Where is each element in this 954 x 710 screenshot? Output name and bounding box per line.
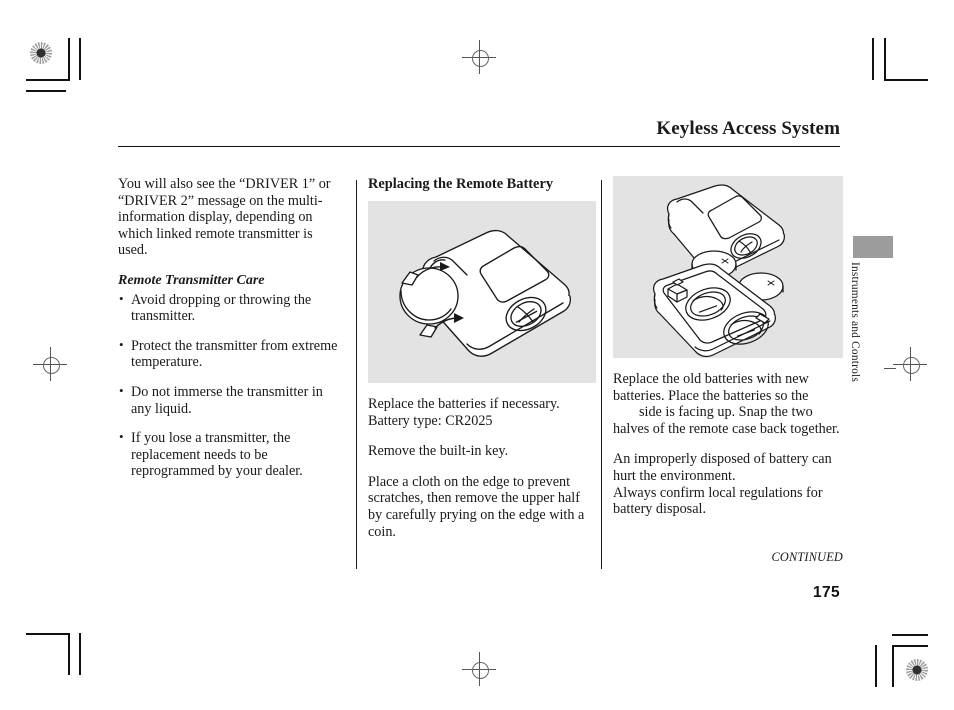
column-divider-1: [356, 180, 357, 569]
crop-mark-bottom-right-h: [892, 634, 928, 636]
crop-mark-top-right-v: [884, 38, 886, 80]
battery-disposal-paragraph: An improperly disposed of battery can hu…: [613, 451, 832, 518]
registration-crosshair-bottom: [462, 652, 496, 686]
right-column: Replace the old batteries with new batte…: [613, 176, 843, 532]
list-item: Protect the transmitter from extreme tem…: [118, 337, 340, 371]
crop-mark-top-right-outer-v: [872, 38, 874, 80]
replace-batteries-line-1: Replace the old batteries with new: [613, 371, 809, 387]
crosshair-ring: [902, 356, 920, 374]
crop-mark-bottom-left-v: [68, 633, 70, 675]
registration-target-top-left: [30, 42, 52, 64]
replace-batteries-paragraph: Replace the old batteries with new batte…: [613, 371, 843, 437]
remote-exploded-illustration: [652, 184, 785, 358]
battery-type-paragraph: Replace the batteries if necessary. Batt…: [368, 396, 560, 429]
figure-remote-pry-open: [368, 201, 596, 383]
page-columns: You will also see the “DRIVER 1” or “DRI…: [118, 176, 843, 576]
middle-column: Replacing the Remote Battery Replace the…: [368, 176, 596, 554]
crosshair-ring: [471, 49, 489, 67]
registration-crosshair-left: [33, 347, 67, 381]
crop-mark-bottom-right-outer-v: [875, 645, 877, 687]
registration-crosshair-top: [462, 40, 496, 74]
header-rule: [118, 145, 840, 147]
crosshair-ring: [471, 661, 489, 679]
crosshair-ring: [42, 356, 60, 374]
list-item: Do not immerse the transmitter in any li…: [118, 383, 340, 417]
page-title: Keyless Access System: [656, 118, 840, 139]
crop-mark-bottom-left-outer-v: [79, 633, 81, 675]
registration-crosshair-right: [893, 347, 927, 381]
crop-mark-bottom-right-v: [892, 645, 894, 687]
figure-battery-exploded-view: [613, 176, 843, 358]
list-item: Avoid dropping or throwing the transmitt…: [118, 291, 340, 325]
column-divider-2: [601, 180, 602, 569]
replacing-remote-battery-heading: Replacing the Remote Battery: [368, 176, 554, 192]
registration-target-bottom-right: [906, 659, 928, 681]
page-header: Keyless Access System: [118, 118, 840, 147]
remove-key-paragraph: Remove the built-in key.: [368, 443, 509, 460]
remote-transmitter-illustration: [399, 229, 572, 357]
list-item: If you lose a transmitter, the replaceme…: [118, 429, 340, 480]
chapter-tab-tick: [884, 368, 896, 369]
crop-mark-top-left-outer-v: [79, 38, 81, 80]
left-column: You will also see the “DRIVER 1” or “DRI…: [118, 176, 340, 493]
chapter-tab-label: Instruments and Controls: [849, 262, 861, 382]
crop-mark-top-left-h: [26, 79, 70, 81]
crop-mark-top-left-outer-h: [26, 90, 66, 92]
remote-transmitter-care-heading: Remote Transmitter Care: [118, 272, 265, 288]
page-number: 175: [812, 584, 840, 601]
intro-paragraph: You will also see the “DRIVER 1” or “DRI…: [118, 176, 331, 259]
replace-batteries-line-5: together.: [790, 420, 840, 437]
replace-batteries-line-2: batteries. Place the batteries so the: [613, 387, 809, 404]
crop-mark-bottom-right-inner-h: [892, 645, 928, 647]
replace-batteries-line-4: halves of the remote case back: [613, 420, 787, 437]
continued-note: CONTINUED: [771, 550, 843, 564]
crop-mark-top-left-v: [68, 38, 70, 80]
crop-mark-bottom-left-h: [26, 633, 70, 635]
chapter-thumb-tab: [853, 236, 893, 258]
care-bullet-list: Avoid dropping or throwing the transmitt…: [118, 291, 340, 480]
replace-batteries-line-3: side is facing up. Snap the two: [639, 404, 813, 421]
pry-instructions-paragraph: Place a cloth on the edge to prevent scr…: [368, 473, 585, 540]
crop-mark-top-right-h: [884, 79, 928, 81]
